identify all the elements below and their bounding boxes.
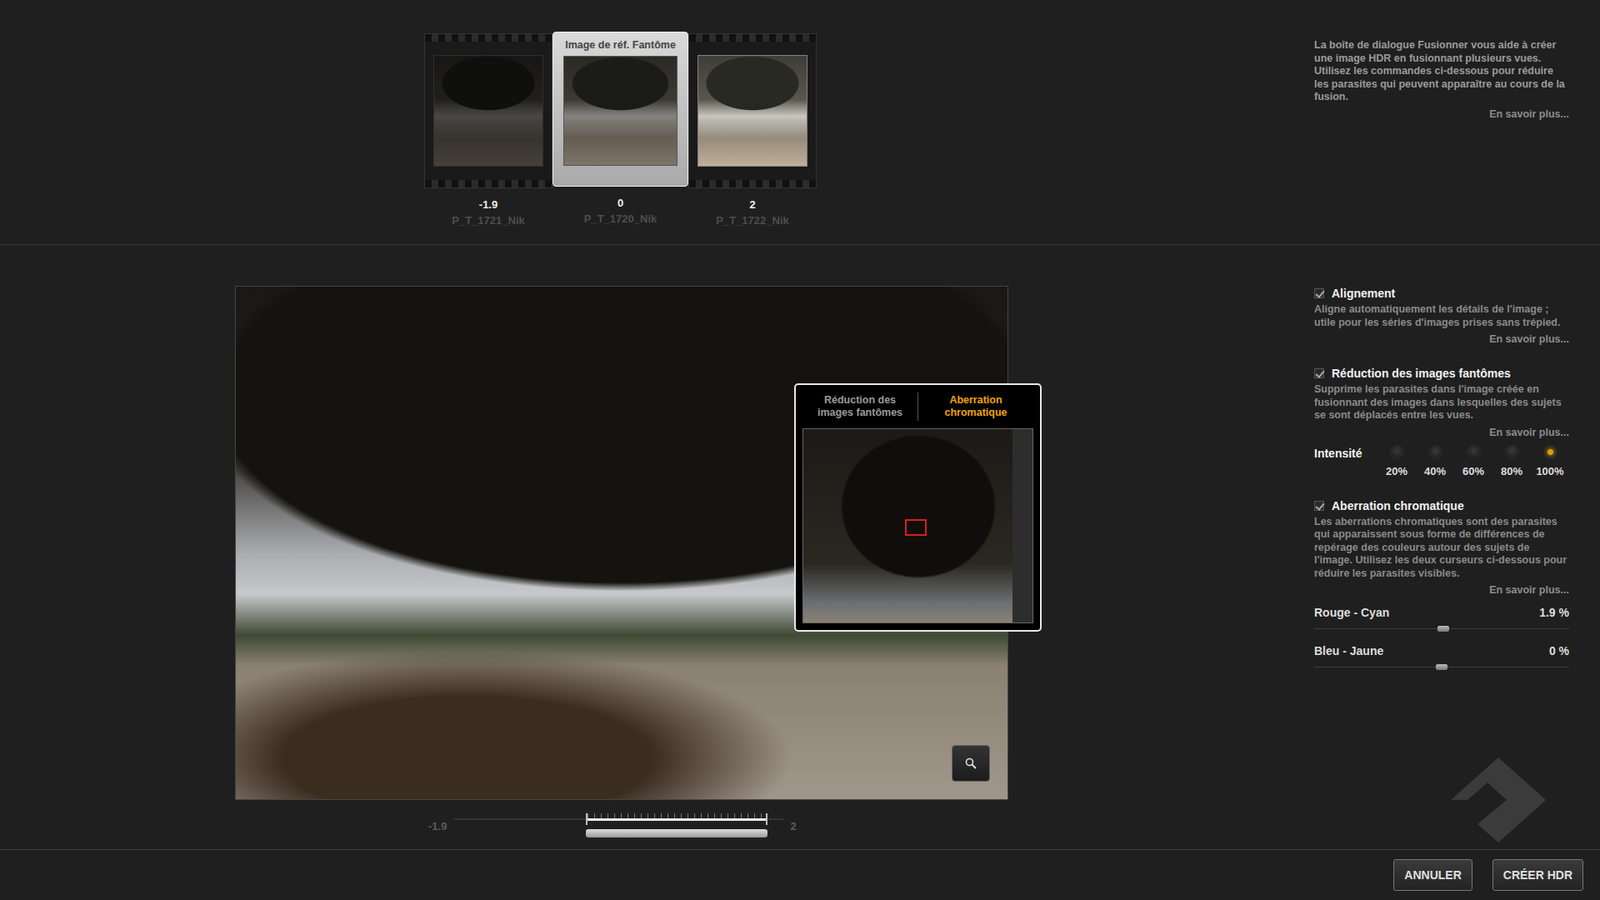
settings-section: Aberration chromatique Les aberrations ch… xyxy=(1314,499,1570,674)
exposure-slider: -1.9 2 xyxy=(235,813,1009,839)
frame[interactable] xyxy=(688,33,817,189)
slider-fill xyxy=(1314,666,1442,668)
loupe: Réduction des images fantômesAberration … xyxy=(794,383,1042,632)
ev-label: 0 xyxy=(617,196,624,210)
section-title: Aberration chromatique xyxy=(1331,499,1465,513)
slider-fill xyxy=(1314,628,1444,630)
intensity-value: 100% xyxy=(1535,465,1564,478)
checkbox[interactable] xyxy=(1314,288,1325,299)
exposure-min: -1.9 xyxy=(428,820,447,833)
radio-button[interactable] xyxy=(1390,445,1405,460)
magnify-button[interactable] xyxy=(951,745,990,782)
exposure-max: 2 xyxy=(790,820,796,833)
info-panel: La boîte de dialogue Fusionner vous aide… xyxy=(1314,0,1570,245)
slider-row: Bleu - Jaune 0 % xyxy=(1314,644,1570,673)
filmstrip-panel: -1.9 P_T_1721_Nik Image de réf. Fantôme 0 P_… xyxy=(0,0,1315,245)
exposure-range[interactable] xyxy=(585,813,768,825)
loupe-tabs: Réduction des images fantômesAberration … xyxy=(802,388,1034,425)
intensity-value: 80% xyxy=(1500,465,1523,478)
intensity-value: 60% xyxy=(1462,465,1485,478)
intensity-option[interactable]: 100% xyxy=(1530,445,1570,478)
file-name: P_T_1722_Nik xyxy=(715,214,789,227)
preview: Réduction des images fantômesAberration … xyxy=(235,285,1009,800)
watermark-icon xyxy=(1444,754,1553,846)
slider-reading: 1.9 % xyxy=(1539,605,1570,620)
radio-button[interactable] xyxy=(1428,445,1443,460)
section-description: Supprime les parasites dans l'image créé… xyxy=(1314,383,1570,423)
filmstrip-item[interactable]: Image de réf. Fantôme 0 P_T_1720_Nik xyxy=(552,31,689,225)
slider-header: Bleu - Jaune 0 % xyxy=(1314,644,1570,658)
slider-track[interactable] xyxy=(1314,624,1570,635)
intensity-label: Intensité xyxy=(1314,445,1378,460)
intensity-option[interactable]: 20% xyxy=(1377,445,1416,478)
slider-reading: 0 % xyxy=(1549,644,1570,658)
slider-knob[interactable] xyxy=(1435,664,1448,670)
slider-label: Rouge - Cyan xyxy=(1314,605,1390,620)
reference-label: Image de réf. Fantôme xyxy=(565,35,676,56)
learn-more-link[interactable]: En savoir plus... xyxy=(1314,426,1570,439)
radio-button[interactable] xyxy=(1543,445,1558,460)
intensity-row: Intensité 20% 40% 60% 80% 100% xyxy=(1314,445,1570,478)
exposure-track[interactable] xyxy=(453,813,784,839)
intensity-option[interactable]: 60% xyxy=(1454,445,1493,478)
frame[interactable] xyxy=(424,33,553,189)
intensity-value: 20% xyxy=(1385,465,1408,478)
settings-section: Alignement Aligne automatiquement les dét… xyxy=(1314,286,1570,345)
create-hdr-button[interactable]: CRÉER HDR xyxy=(1492,859,1584,891)
filmstrip-item[interactable]: 2 P_T_1722_Nik xyxy=(688,31,817,227)
filmstrip-item[interactable]: -1.9 P_T_1721_Nik xyxy=(424,31,553,227)
file-name: P_T_1720_Nik xyxy=(584,212,657,225)
file-name: P_T_1721_Nik xyxy=(451,214,525,227)
loupe-photo xyxy=(803,429,1013,623)
loupe-view xyxy=(802,428,1034,624)
learn-more-link[interactable]: En savoir plus... xyxy=(1314,108,1570,120)
slider-row: Rouge - Cyan 1.9 % xyxy=(1314,605,1570,635)
section-title: Alignement xyxy=(1331,286,1395,300)
thumbnail xyxy=(697,55,808,167)
slider-knob[interactable] xyxy=(1437,625,1450,632)
cancel-button[interactable]: ANNULER xyxy=(1393,859,1472,891)
intensity-options: 20% 40% 60% 80% 100% xyxy=(1377,445,1570,478)
ev-label: 2 xyxy=(749,198,755,211)
slider-header: Rouge - Cyan 1.9 % xyxy=(1314,605,1570,620)
loupe-tab[interactable]: Réduction des images fantômes xyxy=(802,392,918,421)
slider-label: Bleu - Jaune xyxy=(1314,644,1384,658)
loupe-marker[interactable] xyxy=(905,519,927,536)
exposure-handle[interactable] xyxy=(585,829,768,838)
section-header[interactable]: Réduction des images fantômes xyxy=(1314,366,1570,380)
thumbnail xyxy=(433,55,544,167)
frame[interactable]: Image de réf. Fantôme xyxy=(552,31,689,187)
section-header[interactable]: Aberration chromatique xyxy=(1314,499,1570,513)
main-area: Réduction des images fantômesAberration … xyxy=(0,245,1600,850)
filmstrip-area: -1.9 P_T_1721_Nik Image de réf. Fantôme 0 P_… xyxy=(0,0,1600,245)
loupe-scrollbar[interactable] xyxy=(1012,429,1033,623)
magnifier-icon xyxy=(964,756,978,770)
radio-button[interactable] xyxy=(1505,445,1520,460)
button-bar: ANNULER CRÉER HDR xyxy=(0,849,1600,900)
intro-text: La boîte de dialogue Fusionner vous aide… xyxy=(1314,39,1570,105)
section-title: Réduction des images fantômes xyxy=(1331,366,1511,380)
settings-panel: Alignement Aligne automatiquement les dét… xyxy=(1314,245,1570,850)
section-header[interactable]: Alignement xyxy=(1314,286,1570,300)
thumbnail xyxy=(563,55,678,166)
section-description: Les aberrations chromatiques sont des pa… xyxy=(1314,515,1570,581)
intensity-option[interactable]: 40% xyxy=(1415,445,1455,478)
checkbox[interactable] xyxy=(1314,500,1325,511)
filmstrip: -1.9 P_T_1721_Nik Image de réf. Fantôme 0 P_… xyxy=(424,31,1315,227)
preview-panel: Réduction des images fantômesAberration … xyxy=(0,245,1315,850)
loupe-tab[interactable]: Aberration chromatique xyxy=(917,392,1034,421)
checkbox[interactable] xyxy=(1314,368,1325,379)
section-description: Aligne automatiquement les détails de l'… xyxy=(1314,303,1570,330)
slider-track[interactable] xyxy=(1314,662,1570,673)
ev-label: -1.9 xyxy=(479,198,498,211)
learn-more-link[interactable]: En savoir plus... xyxy=(1314,333,1570,345)
learn-more-link[interactable]: En savoir plus... xyxy=(1314,584,1570,596)
radio-button[interactable] xyxy=(1466,445,1481,460)
intensity-value: 40% xyxy=(1424,465,1446,478)
intensity-option[interactable]: 80% xyxy=(1492,445,1531,478)
settings-section: Réduction des images fantômes Supprime le… xyxy=(1314,366,1570,478)
